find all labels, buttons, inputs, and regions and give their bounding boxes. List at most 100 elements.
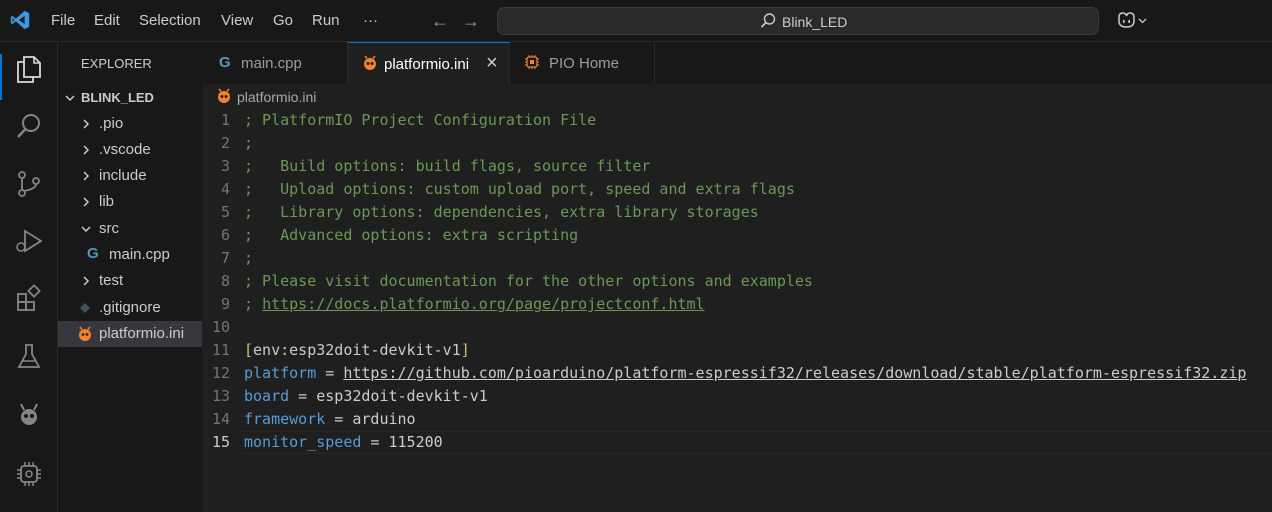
pio-chip-icon[interactable] <box>13 458 45 490</box>
section-bracket: [ <box>244 341 254 359</box>
line-number: 14 <box>211 410 230 428</box>
code-line: ; Advanced options: extra scripting <box>244 226 579 244</box>
config-key: platform <box>244 364 317 382</box>
tab-pio-home[interactable]: PIO Home <box>510 42 655 84</box>
line-number: 4 <box>220 180 230 198</box>
tree-folder-vscode[interactable]: .vscode <box>58 137 202 163</box>
platformio-file-icon <box>218 88 230 103</box>
line-number: 2 <box>220 134 230 152</box>
tree-item-label: lib <box>99 193 115 210</box>
line-number: 7 <box>220 249 230 267</box>
line-number: 1 <box>220 111 230 129</box>
tree-folder-lib[interactable]: lib <box>58 189 202 215</box>
equals-sign: = <box>361 433 389 451</box>
project-folder[interactable]: BLINK_LED <box>58 85 202 111</box>
tree-file-main-cpp[interactable]: G main.cpp <box>58 242 202 268</box>
tree-file-platformio-ini[interactable]: platformio.ini <box>58 321 202 347</box>
copilot-icon[interactable] <box>1116 11 1150 31</box>
pio-home-icon <box>525 55 539 69</box>
active-indicator <box>0 54 2 100</box>
config-value: 115200 <box>388 433 443 451</box>
menu-go[interactable]: Go <box>273 12 293 29</box>
testing-flask-icon[interactable] <box>13 341 45 373</box>
code-line: framework = arduino <box>244 408 416 431</box>
chevron-right-icon <box>83 145 90 155</box>
tree-folder-src[interactable]: src <box>58 216 202 242</box>
explorer-icon[interactable] <box>13 53 45 85</box>
code-line: [env:esp32doit-devkit-v1] <box>244 339 470 362</box>
chevron-down-icon <box>65 95 75 102</box>
tree-folder-pio[interactable]: .pio <box>58 111 202 137</box>
platformio-file-icon <box>79 326 91 341</box>
menu-view[interactable]: View <box>221 12 253 29</box>
menu-edit[interactable]: Edit <box>94 12 120 29</box>
title-bar: File Edit Selection View Go Run ··· ← → … <box>0 0 1272 42</box>
config-key: board <box>244 387 290 405</box>
tab-main-cpp[interactable]: G main.cpp <box>202 42 348 84</box>
editor-area: G main.cpp platformio.ini × PIO Home pla… <box>202 42 1272 512</box>
chevron-right-icon <box>83 119 90 129</box>
explorer-sidebar: EXPLORER BLINK_LED .pio .vscode include … <box>58 42 202 512</box>
line-number: 12 <box>211 364 230 382</box>
code-line: board = esp32doit-devkit-v1 <box>244 385 488 408</box>
tab-label: main.cpp <box>241 55 302 72</box>
command-center-text: Blink_LED <box>782 14 848 30</box>
cpp-file-icon: G <box>87 245 99 262</box>
chevron-down-icon <box>81 226 91 233</box>
cpp-file-icon: G <box>219 54 231 71</box>
search-view-icon[interactable] <box>13 110 45 142</box>
project-name: BLINK_LED <box>81 90 154 105</box>
tree-item-label: test <box>99 272 124 289</box>
equals-sign: = <box>316 364 344 382</box>
breadcrumb-file: platformio.ini <box>237 89 317 105</box>
menu-more[interactable]: ··· <box>363 12 378 29</box>
config-key: monitor_speed <box>244 433 362 451</box>
back-arrow-icon[interactable]: ← <box>431 11 449 32</box>
command-center[interactable]: Blink_LED <box>497 7 1099 35</box>
tree-item-label: .gitignore <box>99 299 161 316</box>
code-line: ; PlatformIO Project Configuration File <box>244 111 597 129</box>
code-line: ; <box>244 249 254 267</box>
menu-selection[interactable]: Selection <box>139 12 201 29</box>
line-number: 10 <box>211 318 230 336</box>
platform-url[interactable]: https://github.com/pioarduino/platform-e… <box>343 364 1246 382</box>
code-line: platform = https://github.com/pioarduino… <box>244 362 1246 385</box>
section-name: env:esp32doit-devkit-v1 <box>253 341 461 359</box>
tab-bar: G main.cpp platformio.ini × PIO Home <box>202 42 1272 84</box>
menu-run[interactable]: Run <box>312 12 340 29</box>
run-debug-icon[interactable] <box>13 225 45 257</box>
vscode-logo-icon <box>10 10 30 30</box>
source-control-icon[interactable] <box>13 168 45 200</box>
equals-sign: = <box>325 410 353 428</box>
search-icon <box>760 13 776 28</box>
line-number: 13 <box>211 387 230 405</box>
comment-prefix: ; <box>244 295 263 313</box>
explorer-title: EXPLORER <box>81 56 152 71</box>
tab-label: platformio.ini <box>384 56 470 73</box>
equals-sign: = <box>289 387 317 405</box>
forward-arrow-icon[interactable]: → <box>462 11 480 32</box>
tab-label: PIO Home <box>549 55 620 72</box>
tree-folder-include[interactable]: include <box>58 163 202 189</box>
line-number: 8 <box>220 272 230 290</box>
extensions-icon[interactable] <box>13 283 45 315</box>
menu-file[interactable]: File <box>51 12 75 29</box>
platformio-ant-icon[interactable] <box>13 399 45 431</box>
code-line: ; Upload options: custom upload port, sp… <box>244 180 795 198</box>
line-number: 3 <box>220 157 230 175</box>
tree-item-label: .pio <box>99 115 124 132</box>
code-line: ; Build options: build flags, source fil… <box>244 157 651 175</box>
tree-folder-test[interactable]: test <box>58 268 202 294</box>
tree-item-label: src <box>99 220 119 237</box>
docs-link[interactable]: https://docs.platformio.org/page/project… <box>262 295 705 313</box>
tab-platformio-ini[interactable]: platformio.ini × <box>348 42 510 84</box>
tree-file-gitignore[interactable]: .gitignore <box>58 295 202 321</box>
close-icon[interactable]: × <box>486 52 498 75</box>
code-line: ; https://docs.platformio.org/page/proje… <box>244 293 705 316</box>
config-key: framework <box>244 410 326 428</box>
chevron-right-icon <box>83 276 90 286</box>
config-value: esp32doit-devkit-v1 <box>316 387 488 405</box>
tree-item-label: include <box>99 167 147 184</box>
chevron-right-icon <box>83 171 90 181</box>
git-file-icon <box>80 303 90 313</box>
